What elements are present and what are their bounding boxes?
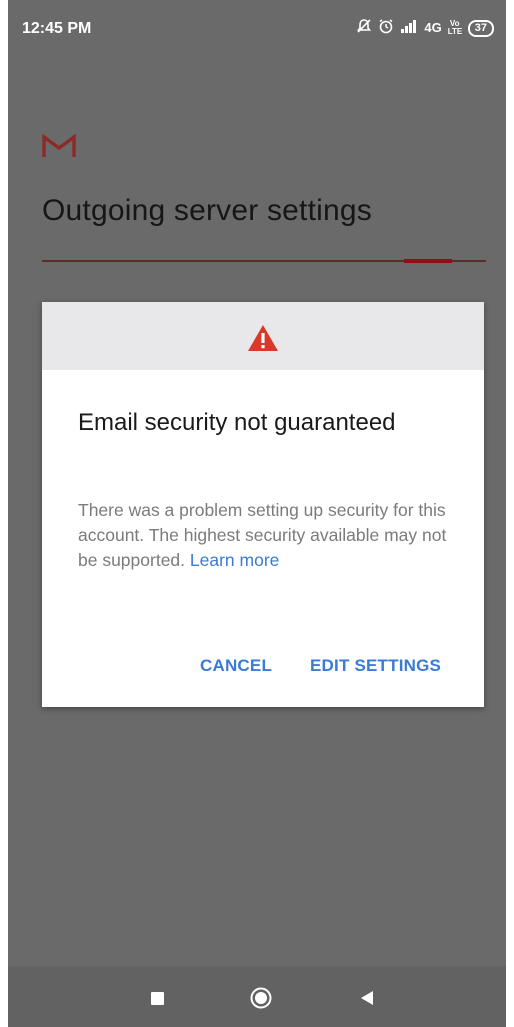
dialog-header: [42, 302, 484, 370]
cancel-button[interactable]: CANCEL: [200, 656, 272, 676]
gmail-logo: [42, 133, 76, 159]
4g-icon: 4G: [424, 20, 442, 35]
recent-apps-icon[interactable]: [151, 992, 164, 1005]
alarm-icon: [378, 18, 394, 38]
warning-icon: [247, 324, 279, 352]
status-time: 12:45 PM: [22, 20, 92, 37]
signal-icon: [400, 19, 418, 37]
dialog-title: Email security not guaranteed: [78, 409, 396, 436]
learn-more-link[interactable]: Learn more: [190, 550, 280, 570]
battery-icon: 37: [467, 19, 494, 37]
dialog-message: There was a problem setting up security …: [78, 498, 456, 573]
home-icon[interactable]: [250, 987, 272, 1009]
muted-icon: [356, 18, 372, 38]
edit-settings-button[interactable]: EDIT SETTINGS: [310, 656, 441, 676]
status-icons: 4G Vo LTE 37: [356, 18, 494, 38]
progress-indicator: [404, 259, 452, 263]
page-title: Outgoing server settings: [42, 194, 372, 227]
navigation-bar: [8, 966, 506, 1027]
security-warning-dialog: Email security not guaranteed There was …: [42, 302, 484, 707]
status-bar: 12:45 PM 4G Vo LTE 37: [8, 0, 506, 56]
screen: 12:45 PM 4G Vo LTE 37 Outgoing server se…: [8, 0, 506, 1027]
volte-icon: Vo LTE: [447, 19, 463, 36]
back-icon[interactable]: [360, 990, 374, 1006]
